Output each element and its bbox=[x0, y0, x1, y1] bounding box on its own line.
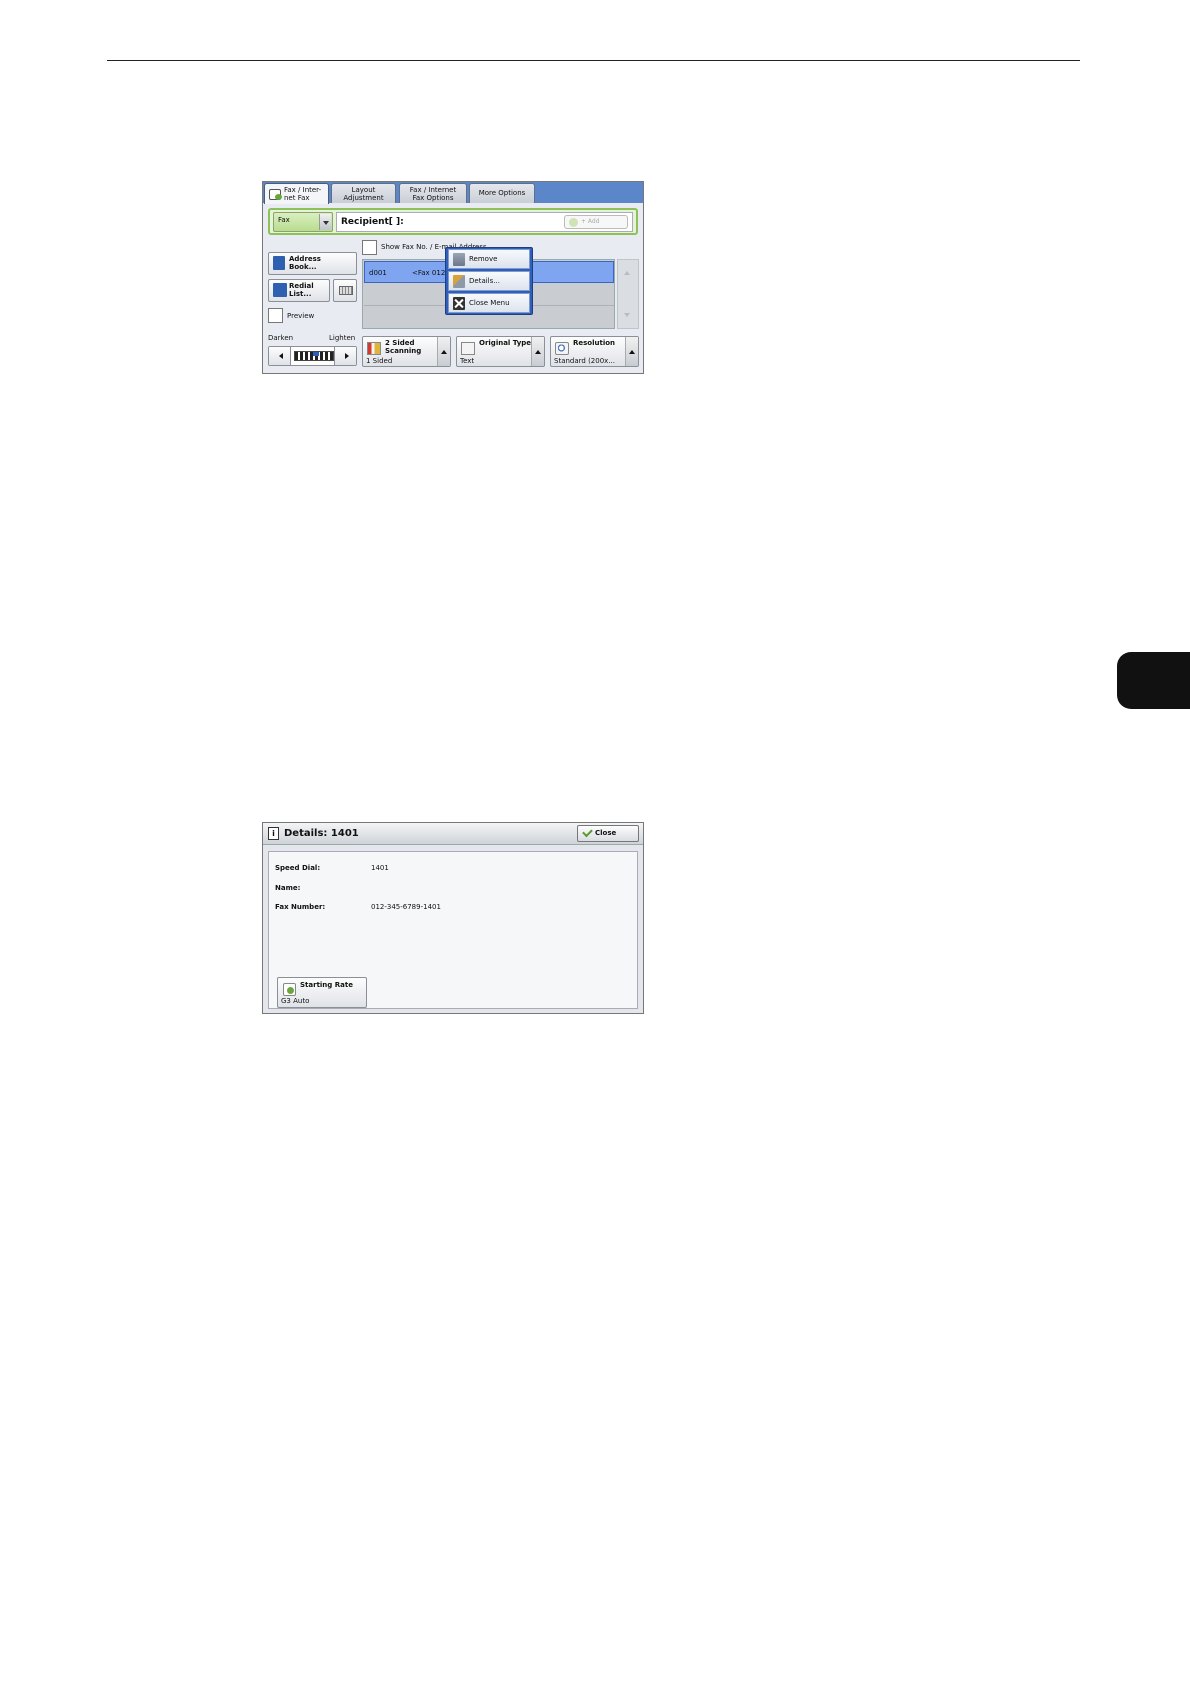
chapter-tab bbox=[1117, 652, 1190, 709]
density-marker bbox=[313, 352, 319, 356]
menu-item-close-menu[interactable]: Close Menu bbox=[448, 293, 530, 313]
two-sided-icon bbox=[367, 342, 381, 355]
recipient-address: <Fax 012 bbox=[412, 269, 446, 277]
speed-dial-label: Speed Dial: bbox=[275, 864, 321, 872]
header-rule bbox=[107, 60, 1080, 61]
resolution-button[interactable]: Resolution Standard (200x... bbox=[550, 336, 639, 367]
dialog-title-bar: i Details: 1401 Close bbox=[263, 823, 643, 845]
starting-rate-value: G3 Auto bbox=[281, 997, 310, 1005]
feature-title: Resolution bbox=[573, 339, 616, 347]
tab-label: Fax / Internet Fax Options bbox=[409, 186, 457, 202]
fax-number-label: Fax Number: bbox=[275, 903, 326, 911]
menu-label: Close Menu bbox=[469, 299, 510, 307]
fax-number-value: 012-345-6789-1401 bbox=[371, 903, 441, 911]
close-icon bbox=[453, 297, 465, 310]
menu-label: Details... bbox=[469, 277, 500, 285]
list-scrollbar[interactable] bbox=[617, 259, 639, 329]
keyboard-button[interactable] bbox=[333, 279, 357, 302]
feature-title: Original Type bbox=[479, 339, 532, 347]
redial-list-button[interactable]: Redial List... bbox=[268, 279, 330, 302]
lighten-arrow-button[interactable] bbox=[334, 347, 356, 365]
tab-layout-adjustment[interactable]: Layout Adjustment bbox=[331, 183, 396, 203]
density-scale bbox=[294, 351, 334, 361]
darken-label: Darken bbox=[268, 334, 294, 342]
preview-checkbox[interactable] bbox=[268, 308, 283, 323]
document-icon bbox=[461, 342, 475, 355]
keyboard-icon bbox=[339, 286, 353, 295]
checkmark-icon bbox=[582, 826, 593, 838]
details-body: Speed Dial: 1401 Name: Fax Number: 012-3… bbox=[268, 851, 638, 1009]
tab-bar: Fax / Inter- net Fax Layout Adjustment F… bbox=[263, 182, 643, 204]
recipient-id: d001 bbox=[369, 269, 387, 277]
menu-item-remove[interactable]: Remove bbox=[448, 249, 530, 269]
density-slider[interactable] bbox=[268, 346, 357, 366]
close-button[interactable]: Close bbox=[577, 825, 639, 842]
address-book-icon bbox=[273, 256, 285, 270]
close-label: Close bbox=[595, 829, 617, 837]
address-book-label: Address Book... bbox=[289, 255, 321, 271]
recipient-bar: Fax Recipient[ ]: + Add bbox=[268, 208, 638, 235]
menu-label: Remove bbox=[469, 255, 498, 263]
chevron-up-icon[interactable] bbox=[531, 337, 544, 366]
address-book-button[interactable]: Address Book... bbox=[268, 252, 357, 275]
add-label: + Add bbox=[581, 218, 600, 225]
recipient-label: Recipient[ ]: bbox=[341, 217, 404, 227]
show-fax-checkbox[interactable] bbox=[362, 240, 377, 255]
recipient-field[interactable]: Recipient[ ]: + Add bbox=[336, 212, 633, 232]
details-dialog: i Details: 1401 Close Speed Dial: 1401 N… bbox=[262, 822, 644, 1014]
tab-fax-options[interactable]: Fax / Internet Fax Options bbox=[399, 183, 467, 203]
name-label: Name: bbox=[275, 884, 301, 892]
feature-value: Standard (200x... bbox=[554, 357, 615, 365]
preview-label: Preview bbox=[287, 312, 315, 320]
chevron-up-icon[interactable] bbox=[625, 337, 638, 366]
tab-label: Fax / Inter- net Fax bbox=[284, 186, 322, 202]
darken-arrow-button[interactable] bbox=[269, 347, 291, 365]
redial-label: Redial List... bbox=[289, 282, 314, 298]
redial-icon bbox=[273, 283, 287, 297]
magnifier-icon bbox=[555, 342, 569, 355]
tab-label: Layout Adjustment bbox=[343, 186, 384, 202]
fax-main-screen: Fax / Inter- net Fax Layout Adjustment F… bbox=[262, 181, 644, 374]
add-button[interactable]: + Add bbox=[564, 215, 628, 229]
rate-icon bbox=[283, 983, 296, 996]
fax-icon bbox=[269, 189, 282, 200]
starting-rate-label: Starting Rate bbox=[300, 981, 353, 989]
tab-label: More Options bbox=[478, 189, 526, 197]
fax-type-value: Fax bbox=[278, 216, 290, 224]
fax-type-dropdown[interactable]: Fax bbox=[273, 212, 333, 232]
trash-icon bbox=[453, 253, 465, 266]
scroll-up-icon[interactable] bbox=[624, 268, 630, 275]
chevron-up-icon[interactable] bbox=[437, 337, 450, 366]
feature-title: 2 Sided Scanning bbox=[385, 339, 422, 355]
dialog-title: Details: 1401 bbox=[284, 828, 359, 839]
tab-fax-internet-fax[interactable]: Fax / Inter- net Fax bbox=[264, 183, 329, 204]
starting-rate-button[interactable]: Starting Rate G3 Auto bbox=[277, 977, 367, 1008]
scroll-down-icon[interactable] bbox=[624, 313, 630, 320]
tab-more-options[interactable]: More Options bbox=[469, 183, 535, 203]
two-sided-scanning-button[interactable]: 2 Sided Scanning 1 Sided bbox=[362, 336, 451, 367]
chevron-down-icon bbox=[319, 214, 331, 230]
menu-item-details[interactable]: Details... bbox=[448, 271, 530, 291]
context-menu: Remove Details... Close Menu bbox=[445, 247, 533, 315]
info-icon: i bbox=[268, 827, 279, 840]
speed-dial-value: 1401 bbox=[371, 864, 389, 872]
tools-icon bbox=[453, 275, 465, 288]
original-type-button[interactable]: Original Type Text bbox=[456, 336, 545, 367]
feature-value: Text bbox=[460, 357, 475, 365]
lighten-label: Lighten bbox=[329, 334, 356, 342]
add-icon bbox=[569, 218, 578, 227]
feature-value: 1 Sided bbox=[366, 357, 393, 365]
